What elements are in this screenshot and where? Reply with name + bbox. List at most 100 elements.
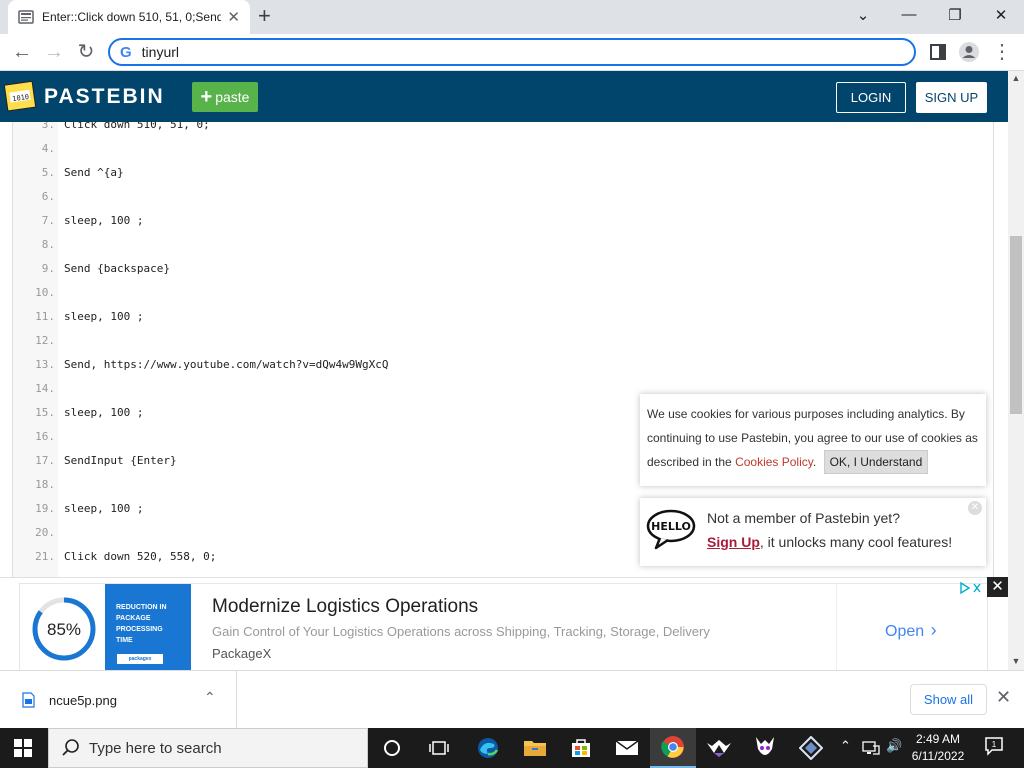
restore-button[interactable]: ❐ xyxy=(943,6,967,24)
line-number: 5. xyxy=(41,166,55,179)
ad-card[interactable]: 85% REDUCTION IN PACKAGE PROCESSING TIME… xyxy=(19,583,988,672)
pastebin-logo-icon[interactable]: 1010 xyxy=(4,79,38,113)
code-line: 10. xyxy=(13,281,993,305)
back-button[interactable]: ← xyxy=(10,40,34,64)
ad-open-label: Open xyxy=(885,623,925,640)
ad-divider xyxy=(836,584,837,672)
code-text: sleep, 100 ; xyxy=(64,406,144,419)
page-scrollbar[interactable]: ▲ ▼ xyxy=(1008,71,1024,670)
taskbar-mail[interactable] xyxy=(604,728,650,768)
url-input[interactable] xyxy=(141,44,842,60)
side-panel-icon[interactable] xyxy=(927,41,949,63)
taskbar-store[interactable] xyxy=(558,728,604,768)
taskbar-search-box[interactable]: Type here to search xyxy=(48,728,368,768)
line-number: 9. xyxy=(41,262,55,275)
windows-start-icon[interactable] xyxy=(14,739,32,757)
ad-image: REDUCTION IN PACKAGE PROCESSING TIME pac… xyxy=(105,584,191,672)
google-icon: G xyxy=(120,43,132,61)
close-download-bar-icon[interactable]: ✕ xyxy=(996,687,1011,708)
new-tab-button[interactable]: + xyxy=(258,4,271,28)
adchoices-icon[interactable] xyxy=(958,580,986,596)
mail-icon xyxy=(615,740,639,755)
reload-button[interactable]: ↻ xyxy=(74,40,98,64)
browser-tab[interactable]: Enter::Click down 510, 51, 0;Send ✕ xyxy=(8,0,250,34)
line-number: 8. xyxy=(41,238,55,251)
line-number: 18. xyxy=(35,478,55,491)
line-number: 3. xyxy=(41,122,55,131)
chevron-up-icon[interactable]: ⌃ xyxy=(204,689,216,706)
ad-image-text: REDUCTION IN PACKAGE PROCESSING TIME xyxy=(116,604,167,644)
new-paste-button[interactable]: + paste xyxy=(192,82,258,112)
cortana-icon xyxy=(384,740,400,756)
line-number: 12. xyxy=(35,334,55,347)
clock-time: 2:49 AM xyxy=(915,732,961,746)
code-text: sleep, 100 ; xyxy=(64,502,144,515)
search-placeholder: Type here to search xyxy=(89,740,222,757)
site-name[interactable]: PASTEBIN xyxy=(44,85,165,109)
folder-icon xyxy=(524,741,546,756)
network-icon[interactable] xyxy=(862,740,880,756)
ad-title[interactable]: Modernize Logistics Operations xyxy=(212,596,478,618)
promo-line: Sign Up, it unlocks many cool features! xyxy=(707,534,952,550)
show-hidden-icons-icon[interactable]: ⌃ xyxy=(840,738,851,754)
code-line: 7. sleep, 100 ; xyxy=(13,209,993,233)
chrome-icon xyxy=(661,736,684,758)
ad-banner: 85% REDUCTION IN PACKAGE PROCESSING TIME… xyxy=(0,577,1008,672)
diamond-app-icon xyxy=(799,736,823,760)
task-view-button[interactable] xyxy=(416,728,462,768)
promo-rest: , it unlocks many cool features! xyxy=(759,534,953,550)
taskbar-app-demon[interactable] xyxy=(742,728,788,768)
pastebin-header: 1010 PASTEBIN + paste LOGIN SIGN UP xyxy=(0,71,1008,122)
forward-button[interactable]: → xyxy=(42,40,66,64)
close-window-button[interactable]: ✕ xyxy=(989,6,1013,24)
scrollbar-thumb[interactable] xyxy=(1010,236,1022,414)
cookie-period: . xyxy=(812,455,817,469)
volume-icon[interactable]: 🔊 xyxy=(886,738,902,754)
promo-close-icon[interactable]: ✕ xyxy=(968,501,982,515)
system-clock[interactable]: 2:49 AM 6/11/2022 xyxy=(908,731,968,765)
svg-text:1: 1 xyxy=(992,740,997,749)
edge-icon xyxy=(478,738,499,758)
cookies-policy-link[interactable]: Cookies Policy xyxy=(735,455,813,469)
code-text: Click down 520, 558, 0; xyxy=(64,550,217,563)
line-number: 13. xyxy=(35,358,55,371)
code-line: 6. xyxy=(13,185,993,209)
login-button[interactable]: LOGIN xyxy=(836,82,906,113)
minimize-button[interactable]: — xyxy=(897,6,921,23)
scroll-down-icon[interactable]: ▼ xyxy=(1008,656,1024,666)
code-text: sleep, 100 ; xyxy=(64,214,144,227)
taskbar-app-wolf[interactable] xyxy=(696,728,742,768)
promo-signup-link[interactable]: Sign Up xyxy=(707,534,760,550)
download-item[interactable]: ncue5p.png ⌃ xyxy=(0,671,237,729)
signup-promo: HELLO Not a member of Pastebin yet? Sign… xyxy=(640,498,986,566)
code-text: Send, https://www.youtube.com/watch?v=dQ… xyxy=(64,358,389,371)
code-line: 9. Send {backspace} xyxy=(13,257,993,281)
line-number: 17. xyxy=(35,454,55,467)
cortana-button[interactable] xyxy=(369,728,415,768)
code-line: 8. xyxy=(13,233,993,257)
download-filename: ncue5p.png xyxy=(49,693,117,708)
address-bar[interactable]: G xyxy=(108,38,916,66)
notifications-icon[interactable]: 1 xyxy=(984,736,1004,756)
line-number: 10. xyxy=(35,286,55,299)
ad-brand: PackageX xyxy=(212,646,272,661)
signup-button[interactable]: SIGN UP xyxy=(916,82,987,113)
tab-close-icon[interactable]: ✕ xyxy=(227,8,240,26)
taskbar-app-diamond[interactable] xyxy=(788,728,834,768)
menu-kebab-icon[interactable]: ⋮ xyxy=(990,40,1014,64)
scroll-up-icon[interactable]: ▲ xyxy=(1008,73,1024,83)
profile-avatar-icon[interactable] xyxy=(958,41,980,63)
task-view-icon xyxy=(429,741,449,755)
ad-description: Gain Control of Your Logistics Operation… xyxy=(212,624,710,639)
cookie-accept-button[interactable]: OK, I Understand xyxy=(823,450,929,474)
ad-open-button[interactable]: Open › xyxy=(885,620,937,641)
hello-text: HELLO xyxy=(651,520,691,533)
show-all-downloads-button[interactable]: Show all xyxy=(910,684,987,715)
line-number: 15. xyxy=(35,406,55,419)
line-number: 21. xyxy=(35,550,55,563)
taskbar-file-explorer[interactable] xyxy=(512,728,558,768)
ad-close-button[interactable]: ✕ xyxy=(987,577,1008,597)
tab-search-icon[interactable]: ⌄ xyxy=(851,6,875,24)
taskbar-chrome[interactable] xyxy=(650,728,696,768)
taskbar-edge[interactable] xyxy=(465,728,511,768)
